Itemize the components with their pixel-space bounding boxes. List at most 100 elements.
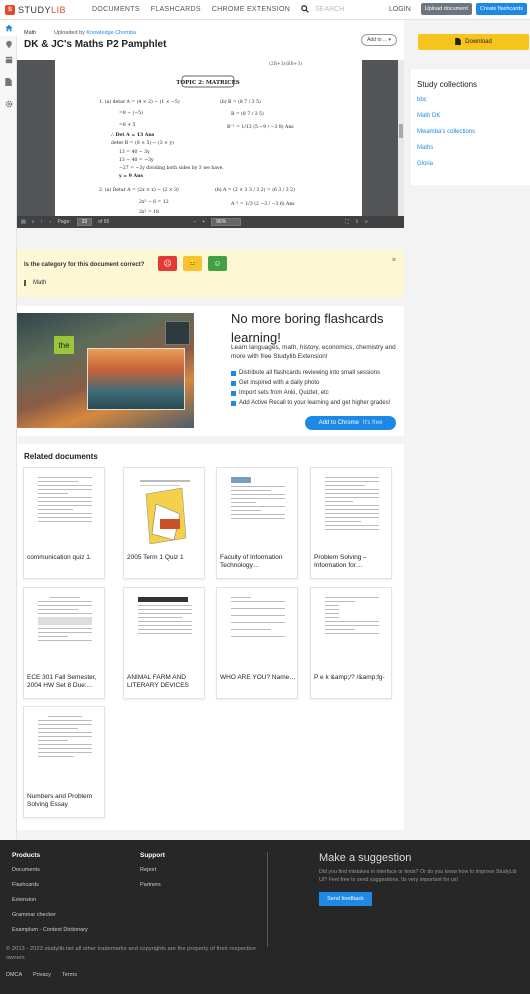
zoom-in-icon[interactable]: + [202, 219, 205, 225]
footer-link[interactable]: Report [140, 867, 157, 873]
doc-thumbnail [34, 713, 96, 789]
collection-link[interactable]: Maths [417, 145, 475, 161]
document-icon[interactable] [0, 74, 17, 90]
bulb-icon[interactable] [0, 36, 17, 52]
close-icon[interactable]: × [392, 257, 396, 264]
bullet-square-icon [231, 390, 236, 396]
login-link[interactable]: LOGIN [389, 6, 411, 13]
neutral-face-button[interactable]: 😐 [183, 256, 202, 271]
search-icon[interactable]: ⌕ [32, 219, 35, 225]
category-question: Is the category for this document correc… [24, 262, 145, 268]
search-icon[interactable] [301, 4, 310, 15]
doc-thumbnail [227, 474, 289, 550]
uploaded-by-label: Uploaded by [54, 30, 85, 36]
footer-link[interactable]: Grammar checker [12, 912, 56, 918]
viewer-scrollbar[interactable] [398, 60, 404, 216]
footer-legal-link[interactable]: Terms [62, 972, 77, 978]
doc-thumbnail [321, 474, 383, 550]
gear-icon[interactable] [0, 96, 17, 112]
arrow-up-icon[interactable]: ↑ [41, 219, 44, 225]
study-collections-panel: Study collections bbc Math DK Mwamba's c… [411, 69, 530, 185]
send-feedback-button[interactable]: Send feedback [319, 892, 372, 906]
nav-documents[interactable]: DOCUMENTS [92, 6, 140, 13]
document-category[interactable]: Math [24, 30, 36, 36]
page-top-fragment: (2B+3)(BB+3) [269, 60, 302, 67]
doc-thumbnail [34, 474, 96, 550]
scrollbar-thumb[interactable] [399, 124, 403, 138]
nav-flashcards[interactable]: FLASHCARDS [151, 6, 201, 13]
footer-link[interactable]: Examplum - Context Dictionary [12, 927, 88, 933]
study-collections-title: Study collections [417, 80, 478, 89]
home-icon[interactable] [0, 20, 17, 36]
footer-link[interactable]: Extension [12, 897, 36, 903]
collection-link[interactable]: bbc [417, 97, 475, 113]
footer-link[interactable]: Documents [12, 867, 40, 873]
page-number-input[interactable]: 39 [76, 218, 93, 226]
related-documents-title: Related documents [24, 452, 98, 461]
collection-icon[interactable] [0, 52, 17, 68]
promo-thumbnail [165, 321, 190, 345]
zoom-out-icon[interactable]: − [193, 219, 196, 225]
upload-document-button[interactable]: Upload document [420, 3, 472, 15]
math-line: (b) B = (8 7 / 3 5) [220, 98, 261, 105]
sad-face-button[interactable]: ☹ [158, 256, 177, 271]
download-button[interactable]: Download [418, 34, 529, 50]
doc-thumbnail [134, 474, 196, 550]
download-icon[interactable]: ⇩ [355, 219, 359, 225]
related-doc-card[interactable]: Numbers and Problem Solving Essay [23, 706, 105, 818]
studylib-logo[interactable]: S STUDYLIB [0, 4, 92, 15]
collection-link[interactable]: Mwamba's collections [417, 129, 475, 145]
document-page: (2B+3)(BB+3) TOPIC 2: MATRICES 1. (a) de… [55, 60, 362, 216]
promo-flashcard-word: the [54, 336, 74, 354]
fullscreen-icon[interactable]: ⛶ [345, 219, 349, 225]
nav-chrome-extension[interactable]: CHROME EXTENSION [212, 6, 290, 13]
search-box[interactable]: SEARCH [301, 4, 344, 15]
collection-link[interactable]: Math DK [417, 113, 475, 129]
doc-thumbnail [34, 594, 96, 670]
add-to-chrome-button[interactable]: Add to Chrome It's free [305, 416, 396, 430]
footer-legal-link[interactable]: DMCA [6, 972, 22, 978]
math-line: B = (8 7 / 3 5) [231, 110, 264, 117]
related-doc-card[interactable]: Problem Solving – Information for… [310, 467, 392, 579]
top-navigation-bar: S STUDYLIB DOCUMENTS FLASHCARDS CHROME E… [0, 0, 530, 20]
footer-legal-link[interactable]: Privacy [33, 972, 51, 978]
sidebar-toggle-icon[interactable]: ▤ [21, 219, 26, 225]
footer-support-title: Support [140, 852, 165, 859]
arrow-down-icon[interactable]: ↓ [49, 219, 52, 225]
math-line: ∴ Det A = 13 Ans [111, 132, 155, 138]
document-viewer[interactable]: (2B+3)(BB+3) TOPIC 2: MATRICES 1. (a) de… [17, 60, 404, 228]
related-doc-card[interactable]: ANIMAL FARM AND LITERARY DEVICES [123, 587, 205, 699]
math-line: B⁻¹ = 1/13 (5 −9 / −3 8) Ans [227, 123, 294, 130]
left-sidebar [0, 20, 17, 840]
chevron-down-icon: ▾ [388, 37, 391, 43]
create-flashcards-button[interactable]: Create flashcards [475, 3, 527, 15]
bullet-square-icon [231, 400, 236, 406]
related-doc-card[interactable]: ECE 301 Fall Semester, 2004 HW Set 8 Due… [23, 587, 105, 699]
site-footer: Products Documents Flashcards Extension … [0, 840, 530, 994]
download-label: Download [465, 39, 492, 45]
search-input[interactable]: SEARCH [315, 6, 344, 13]
footer-divider [267, 852, 268, 947]
collection-link[interactable]: Gloria [417, 161, 475, 177]
more-tools-icon[interactable]: » [365, 219, 368, 225]
suggestion-text: Did you find mistakes in interface or te… [319, 869, 517, 883]
related-doc-card[interactable]: WHO ARE YOU? Name… [216, 587, 298, 699]
category-tag: Math [24, 280, 46, 286]
related-doc-card[interactable]: communication quiz 1. [23, 467, 105, 579]
footer-link[interactable]: Partners [140, 882, 161, 888]
happy-face-button[interactable]: ☺ [208, 256, 227, 271]
category-feedback-box: Is the category for this document correc… [17, 250, 404, 298]
promo-bullet: Distribute all flashcards reviewing into… [231, 368, 390, 378]
related-doc-card[interactable]: Faculty of Information Technology… [216, 467, 298, 579]
related-documents: Related documents communication quiz 1. … [17, 444, 404, 830]
footer-link[interactable]: Flashcards [12, 882, 39, 888]
related-doc-card[interactable]: 2005 Term 1 Quiz 1 [123, 467, 205, 579]
zoom-select[interactable]: 96% [211, 218, 242, 226]
logo-text-lib: LIB [51, 4, 67, 15]
add-to-dropdown[interactable]: Add to ... ▾ [361, 34, 397, 46]
uploader-link[interactable]: Knowledge Chomba [86, 30, 136, 36]
promo-image: the [17, 313, 194, 428]
related-doc-card[interactable]: P e k &amp;/? /&amp;fg- [310, 587, 392, 699]
page-content: (2B+3)(BB+3) TOPIC 2: MATRICES 1. (a) de… [99, 60, 302, 215]
doc-thumbnail [227, 594, 289, 670]
